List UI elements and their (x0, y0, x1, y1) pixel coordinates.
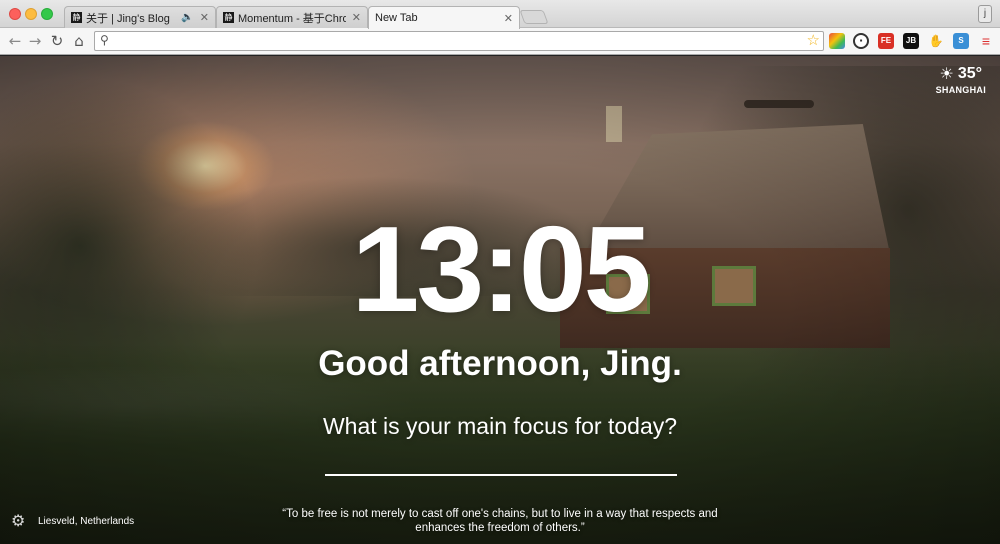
weather-widget[interactable]: ☀ 35° SHANGHAI (936, 64, 986, 95)
tab-title: 关于 | Jing's Blog (86, 12, 170, 25)
back-icon[interactable]: ← (6, 32, 24, 50)
home-icon[interactable]: ⌂ (70, 32, 88, 50)
fe-helper-icon[interactable]: FE (878, 33, 894, 49)
close-tab-icon[interactable]: ✕ (352, 11, 361, 24)
sun-icon: ☀ (939, 64, 954, 83)
greeting-text: Good afternoon, Jing. (318, 344, 682, 383)
window-close-button[interactable] (9, 8, 21, 20)
forward-icon[interactable]: → (26, 32, 44, 50)
reload-icon[interactable]: ↻ (48, 32, 66, 50)
window-minimize-button[interactable] (25, 8, 37, 20)
focus-input[interactable] (325, 450, 677, 476)
s-extension-icon[interactable]: S (953, 33, 969, 49)
weather-city: SHANGHAI (935, 85, 986, 95)
tab-jings-blog[interactable]: 静 关于 | Jing's Blog 🔈 ✕ (64, 6, 216, 28)
address-input[interactable] (117, 33, 797, 49)
clock-time: 13:05 (351, 201, 651, 337)
profile-button[interactable]: j (978, 5, 992, 23)
bookmark-star-icon[interactable]: ☆ (807, 31, 820, 49)
address-bar[interactable]: ⚲ ☆ (94, 31, 824, 51)
tab-title: Momentum - 基于Chrome的 (238, 12, 346, 25)
new-tab-button[interactable] (519, 10, 549, 24)
settings-gear-icon[interactable]: ⚙ (11, 511, 25, 530)
weather-temperature: 35° (957, 64, 983, 82)
tab-title: New Tab (375, 12, 418, 24)
browser-toolbar: ← → ↻ ⌂ ⚲ ☆ ▪ FE JB ✋ S ≡ (0, 28, 1000, 55)
evernote-icon[interactable]: ✋ (928, 33, 944, 49)
jetbrains-icon[interactable]: JB (903, 33, 919, 49)
blog-favicon-icon: 静 (71, 12, 82, 23)
daily-quote: “To be free is not merely to cast off on… (282, 508, 718, 534)
folder-extension-icon[interactable] (829, 33, 845, 49)
close-tab-icon[interactable]: ✕ (504, 12, 513, 25)
focus-question: What is your main focus for today? (322, 413, 678, 439)
title-bar: 静 关于 | Jing's Blog 🔈 ✕ 静 Momentum - 基于Ch… (0, 0, 1000, 29)
momentum-page: ☀ 35° SHANGHAI 13:05 Good afternoon, Jin… (0, 56, 1000, 544)
close-tab-icon[interactable]: ✕ (200, 11, 209, 24)
speaker-icon[interactable]: 🔈 (181, 12, 193, 23)
lastpass-icon[interactable]: ▪ (853, 33, 869, 49)
blog-favicon-icon: 静 (223, 12, 234, 23)
search-icon: ⚲ (100, 33, 109, 47)
window-maximize-button[interactable] (41, 8, 53, 20)
tab-momentum[interactable]: 静 Momentum - 基于Chrome的 ✕ (216, 6, 368, 28)
chrome-menu-icon[interactable]: ≡ (978, 33, 994, 49)
tab-new-tab[interactable]: New Tab ✕ (368, 6, 520, 29)
photo-location[interactable]: Liesveld, Netherlands (38, 516, 134, 527)
